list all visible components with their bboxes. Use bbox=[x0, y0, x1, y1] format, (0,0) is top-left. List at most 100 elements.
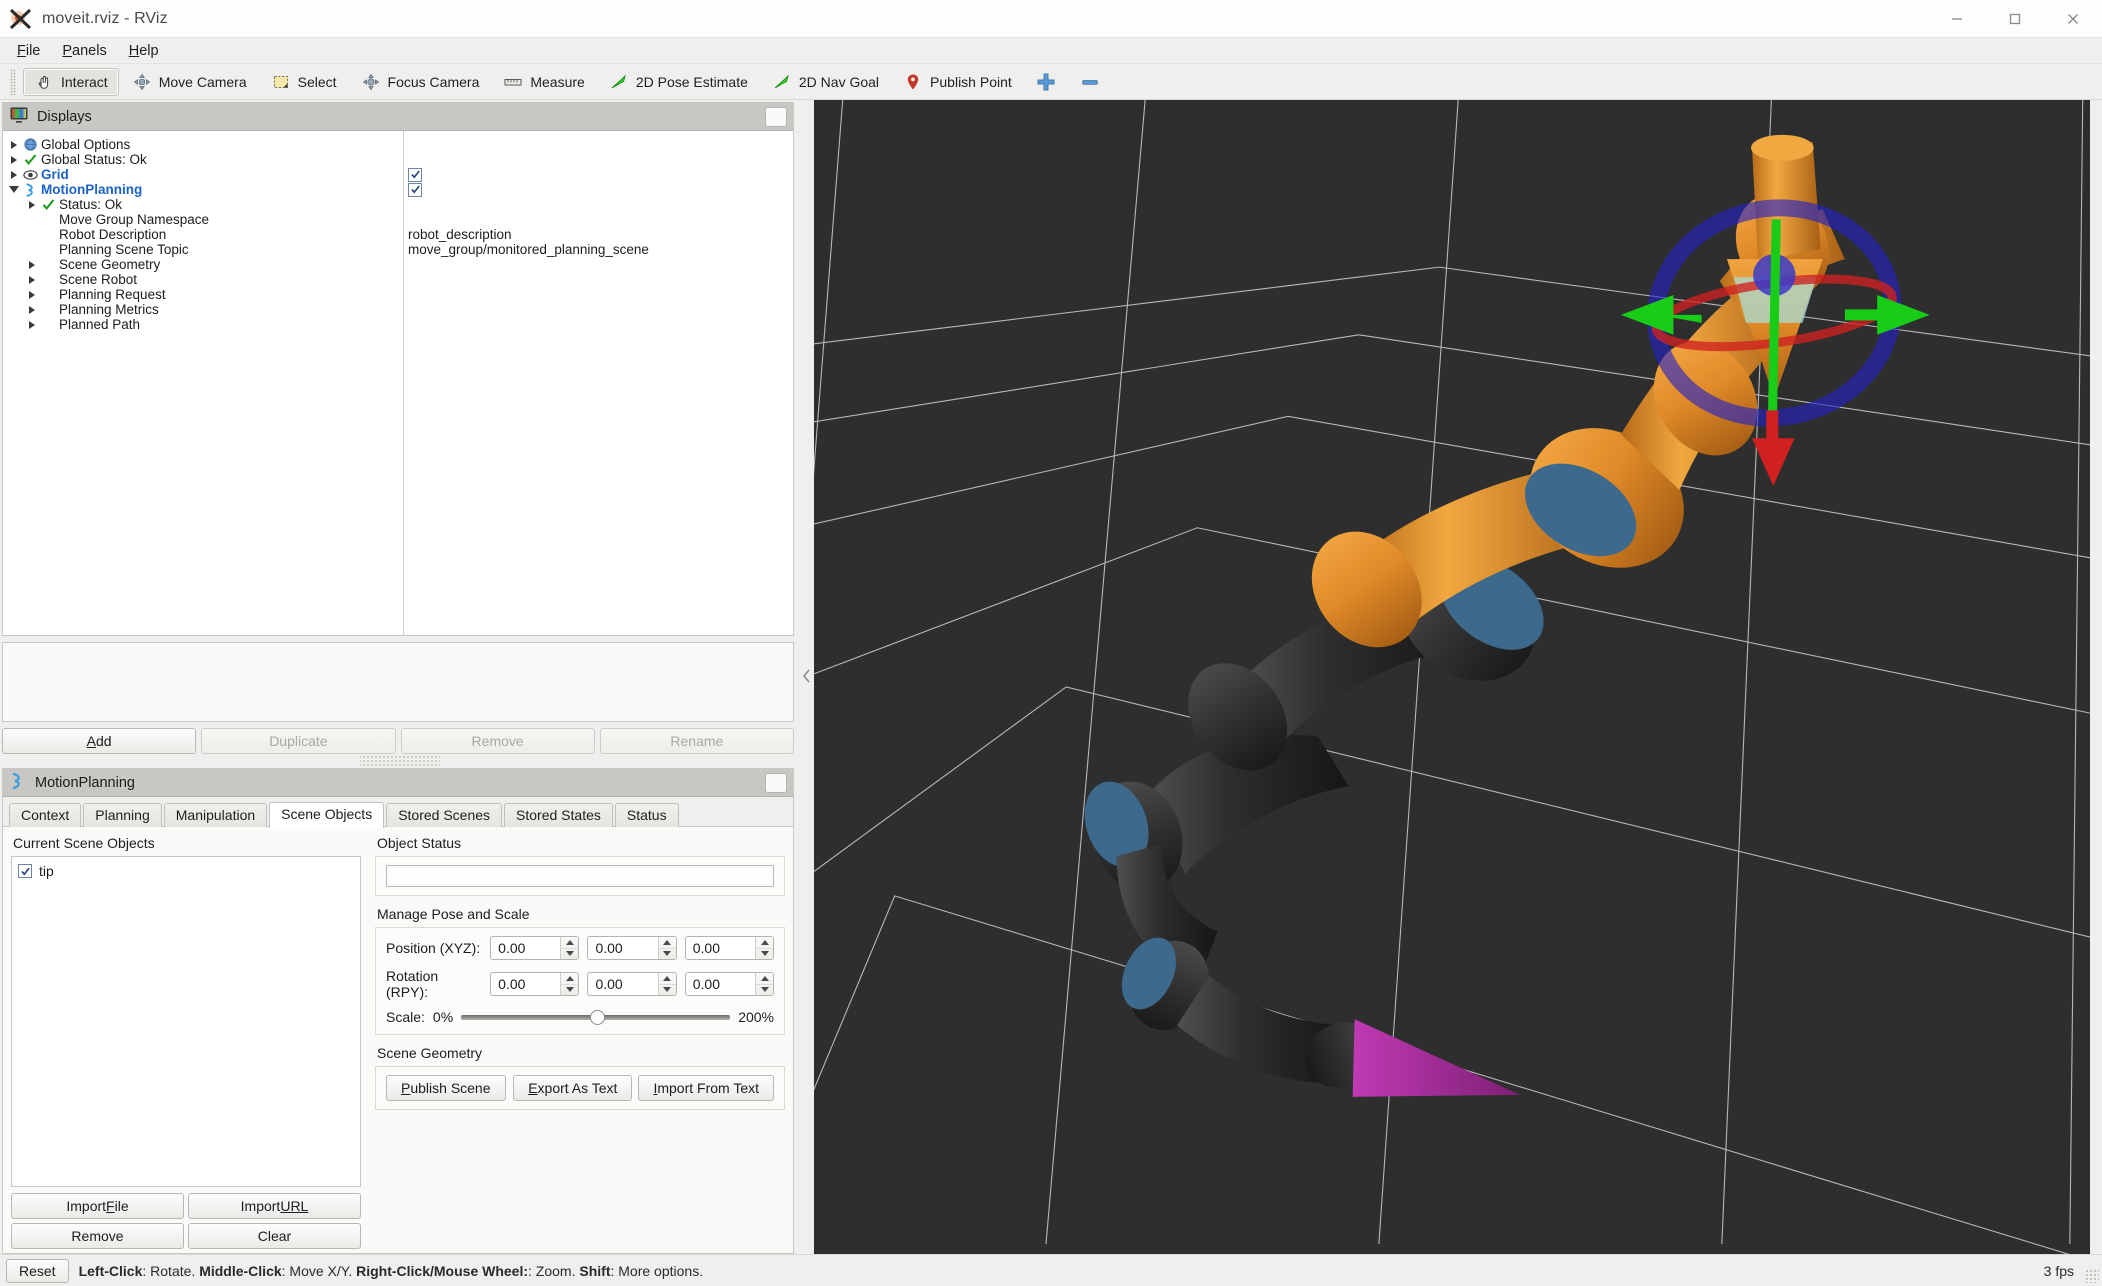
tab-stored-states[interactable]: Stored States bbox=[504, 803, 613, 827]
duplicate-display-button[interactable]: Duplicate bbox=[201, 728, 396, 754]
stepper-up-icon[interactable] bbox=[756, 973, 774, 985]
display-tree-row[interactable]: MotionPlanning bbox=[3, 182, 403, 197]
display-tree-row[interactable]: Move Group Namespace bbox=[3, 212, 403, 227]
float-panel-button[interactable] bbox=[765, 106, 787, 127]
display-tree-value[interactable]: robot_description bbox=[404, 227, 793, 242]
position-z-stepper[interactable]: 0.00 bbox=[684, 936, 775, 960]
float-panel-button[interactable] bbox=[765, 772, 787, 793]
display-tree-row[interactable]: Planning Request bbox=[3, 287, 403, 302]
display-tree-row[interactable]: Scene Robot bbox=[3, 272, 403, 287]
tab-status[interactable]: Status bbox=[614, 803, 679, 827]
maximize-icon[interactable] bbox=[1986, 0, 2044, 38]
expand-triangle-icon[interactable] bbox=[25, 305, 39, 314]
tool-add[interactable] bbox=[1025, 68, 1067, 96]
display-tree-row[interactable]: Robot Description bbox=[3, 227, 403, 242]
tab-stored-scenes[interactable]: Stored Scenes bbox=[386, 803, 503, 827]
stepper-buttons[interactable] bbox=[755, 937, 774, 960]
expand-triangle-icon[interactable] bbox=[25, 260, 39, 269]
import-from-text-button[interactable]: Import From Text bbox=[638, 1075, 774, 1101]
display-tree-row[interactable]: Status: Ok bbox=[3, 197, 403, 212]
import-file-button[interactable]: Import File bbox=[11, 1193, 184, 1219]
publish-scene-button[interactable]: Publish Scene bbox=[386, 1075, 506, 1101]
scene-objects-list[interactable]: tip bbox=[11, 856, 361, 1187]
display-tree-value[interactable]: move_group/monitored_planning_scene bbox=[404, 242, 793, 257]
toolbar-grip[interactable] bbox=[10, 68, 16, 95]
stepper-buttons[interactable] bbox=[560, 973, 579, 996]
list-item[interactable]: tip bbox=[18, 862, 354, 880]
stepper-buttons[interactable] bbox=[755, 973, 774, 996]
rotation-pitch-stepper[interactable]: 0.00 bbox=[587, 972, 677, 996]
collapse-panel-arrow-icon[interactable] bbox=[802, 666, 812, 689]
expand-triangle-icon[interactable] bbox=[25, 275, 39, 284]
expand-triangle-icon[interactable] bbox=[7, 140, 21, 149]
stepper-buttons[interactable] bbox=[657, 973, 676, 995]
reset-button[interactable]: Reset bbox=[6, 1258, 69, 1283]
collapse-triangle-icon[interactable] bbox=[7, 186, 21, 193]
stepper-down-icon[interactable] bbox=[756, 949, 773, 960]
3d-render-view[interactable] bbox=[814, 100, 2090, 1254]
tool-publish-point[interactable]: Publish Point bbox=[892, 68, 1023, 96]
display-tree-value[interactable] bbox=[404, 182, 793, 197]
display-tree-row[interactable]: Planning Scene Topic bbox=[3, 242, 403, 257]
display-tree-value[interactable] bbox=[404, 167, 793, 182]
tab-manipulation[interactable]: Manipulation bbox=[163, 803, 268, 827]
stepper-up-icon[interactable] bbox=[658, 937, 676, 949]
object-status-input[interactable] bbox=[386, 865, 774, 887]
display-enabled-checkbox[interactable] bbox=[408, 182, 422, 197]
stepper-up-icon[interactable] bbox=[561, 973, 579, 985]
display-tree-row[interactable]: Global Status: Ok bbox=[3, 152, 403, 167]
resize-grip[interactable] bbox=[2085, 1269, 2099, 1283]
scene-object-checkbox[interactable] bbox=[18, 864, 32, 878]
main-splitter[interactable] bbox=[800, 100, 814, 1254]
stepper-up-icon[interactable] bbox=[561, 937, 579, 949]
add-display-button[interactable]: Add bbox=[2, 728, 197, 754]
close-icon[interactable] bbox=[2044, 0, 2102, 38]
displays-tree[interactable]: Global Options Global Status: Ok Grid Motio… bbox=[3, 131, 793, 635]
position-y-stepper[interactable]: 0.00 bbox=[587, 936, 677, 960]
stepper-down-icon[interactable] bbox=[561, 985, 578, 996]
rotation-roll-stepper[interactable]: 0.00 bbox=[490, 972, 580, 996]
stepper-down-icon[interactable] bbox=[756, 985, 773, 996]
display-enabled-checkbox[interactable] bbox=[408, 167, 422, 182]
menu-help[interactable]: Help bbox=[118, 41, 170, 61]
menu-file[interactable]: File bbox=[6, 41, 51, 61]
expand-triangle-icon[interactable] bbox=[25, 200, 39, 209]
stepper-up-icon[interactable] bbox=[756, 937, 774, 949]
menu-panels[interactable]: Panels bbox=[51, 41, 117, 61]
tab-planning[interactable]: Planning bbox=[83, 803, 162, 827]
dock-splitter-handle[interactable] bbox=[360, 756, 440, 766]
expand-triangle-icon[interactable] bbox=[25, 320, 39, 329]
tab-scene-objects[interactable]: Scene Objects bbox=[269, 802, 385, 828]
tool-move-camera[interactable]: Move Camera bbox=[121, 68, 258, 96]
import-url-button[interactable]: Import URL bbox=[188, 1193, 361, 1219]
display-tree-row[interactable]: Scene Geometry bbox=[3, 257, 403, 272]
tool-2d-nav-goal[interactable]: 2D Nav Goal bbox=[761, 68, 890, 96]
displays-property-editor[interactable] bbox=[2, 642, 794, 722]
expand-triangle-icon[interactable] bbox=[7, 155, 21, 164]
slider-knob[interactable] bbox=[590, 1009, 606, 1025]
stepper-buttons[interactable] bbox=[560, 937, 579, 960]
position-x-stepper[interactable]: 0.00 bbox=[490, 936, 580, 960]
stepper-down-icon[interactable] bbox=[659, 949, 676, 960]
tool-interact[interactable]: Interact bbox=[23, 67, 119, 96]
display-tree-row[interactable]: Global Options bbox=[3, 137, 403, 152]
tool-focus-camera[interactable]: Focus Camera bbox=[350, 68, 491, 96]
minimize-icon[interactable] bbox=[1928, 0, 1986, 38]
display-tree-row[interactable]: Planned Path bbox=[3, 317, 403, 332]
stepper-down-icon[interactable] bbox=[561, 949, 578, 960]
stepper-buttons[interactable] bbox=[657, 937, 676, 960]
rotation-yaw-stepper[interactable]: 0.00 bbox=[684, 972, 775, 996]
export-as-text-button[interactable]: Export As Text bbox=[513, 1075, 633, 1101]
expand-triangle-icon[interactable] bbox=[25, 290, 39, 299]
clear-objects-button[interactable]: Clear bbox=[188, 1223, 361, 1249]
display-tree-row[interactable]: Grid bbox=[3, 167, 403, 182]
remove-object-button[interactable]: Remove bbox=[11, 1223, 184, 1249]
tab-context[interactable]: Context bbox=[9, 803, 82, 827]
rename-display-button[interactable]: Rename bbox=[599, 728, 794, 754]
tool-measure[interactable]: Measure bbox=[492, 68, 595, 96]
tool-select[interactable]: Select bbox=[260, 68, 348, 96]
scale-slider[interactable] bbox=[461, 1008, 731, 1026]
tool-remove[interactable] bbox=[1069, 68, 1111, 96]
stepper-up-icon[interactable] bbox=[658, 973, 676, 985]
tool-2d-pose-estimate[interactable]: 2D Pose Estimate bbox=[598, 68, 759, 96]
